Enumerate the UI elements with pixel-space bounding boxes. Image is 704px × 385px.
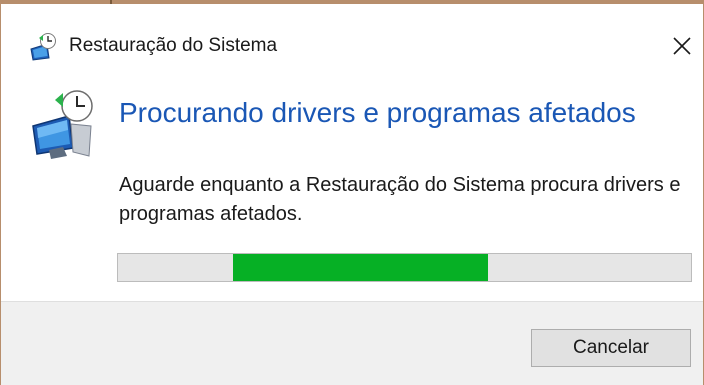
dialog-heading: Procurando drivers e programas afetados [119, 97, 636, 128]
system-restore-dialog: Restauração do Sistema Procurando driver… [0, 0, 704, 385]
close-icon[interactable] [665, 30, 697, 62]
dialog-footer: Cancelar [1, 301, 703, 385]
system-restore-computer-icon [32, 90, 93, 159]
dialog-message: Aguarde enquanto a Restauração do Sistem… [119, 174, 681, 225]
progress-bar [117, 253, 692, 282]
dialog-content: Procurando drivers e programas afetados … [1, 78, 703, 301]
cancel-button[interactable]: Cancelar [531, 329, 691, 367]
title-bar[interactable]: Restauração do Sistema [1, 4, 703, 78]
system-restore-icon [30, 33, 56, 61]
progress-fill [232, 254, 488, 281]
window-title: Restauração do Sistema [69, 35, 278, 56]
